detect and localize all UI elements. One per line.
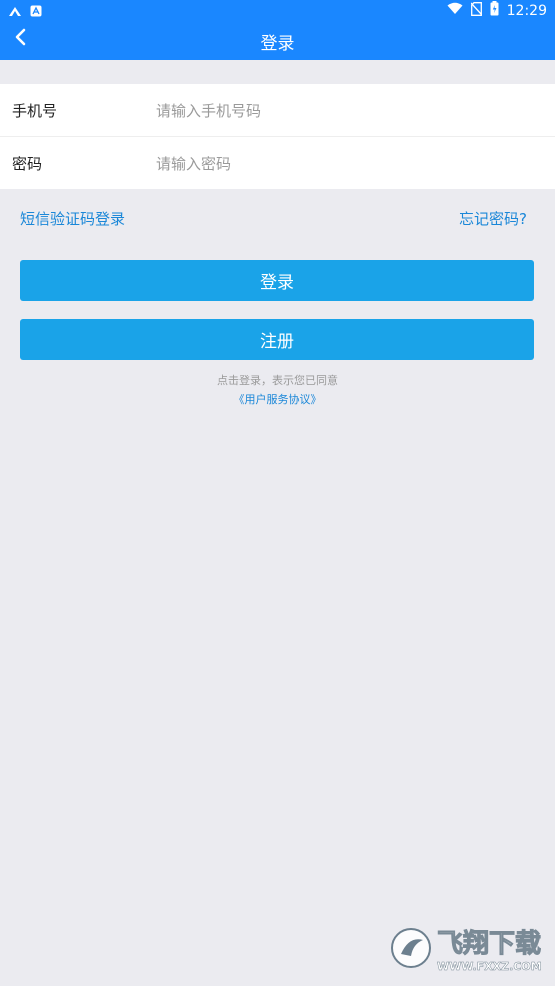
sms-login-link[interactable]: 短信验证码登录 [20,208,125,229]
watermark-logo: 飞翔下载 WWW.FXXZ.COM [389,916,549,978]
page-title: 登录 [260,34,295,54]
status-time: 12:29 [506,2,547,19]
forgot-password-link[interactable]: 忘记密码? [459,208,527,229]
phone-label: 手机号 [12,102,58,120]
user-agreement-link[interactable]: 《用户服务协议》 [0,391,555,407]
phone-row: 手机号 [0,84,555,137]
password-input[interactable] [154,147,538,181]
agreement-text: 点击登录，表示您已同意 [217,374,338,387]
login-button-label: 登录 [260,273,294,293]
wifi-icon [447,2,463,19]
register-button-label: 注册 [260,332,294,352]
password-row: 密码 [0,137,555,189]
login-form: 手机号 密码 [0,84,555,189]
login-button[interactable]: 登录 [20,260,534,301]
password-label: 密码 [12,155,43,173]
watermark-url: WWW.FXXZ.COM [437,960,542,973]
app-bar: 登录 [0,18,555,60]
phone-input[interactable] [154,94,538,128]
status-bar: 12:29 [0,0,555,20]
no-sim-icon [470,1,483,20]
watermark-brand: 飞翔下载 [437,929,541,959]
register-button[interactable]: 注册 [20,319,534,360]
